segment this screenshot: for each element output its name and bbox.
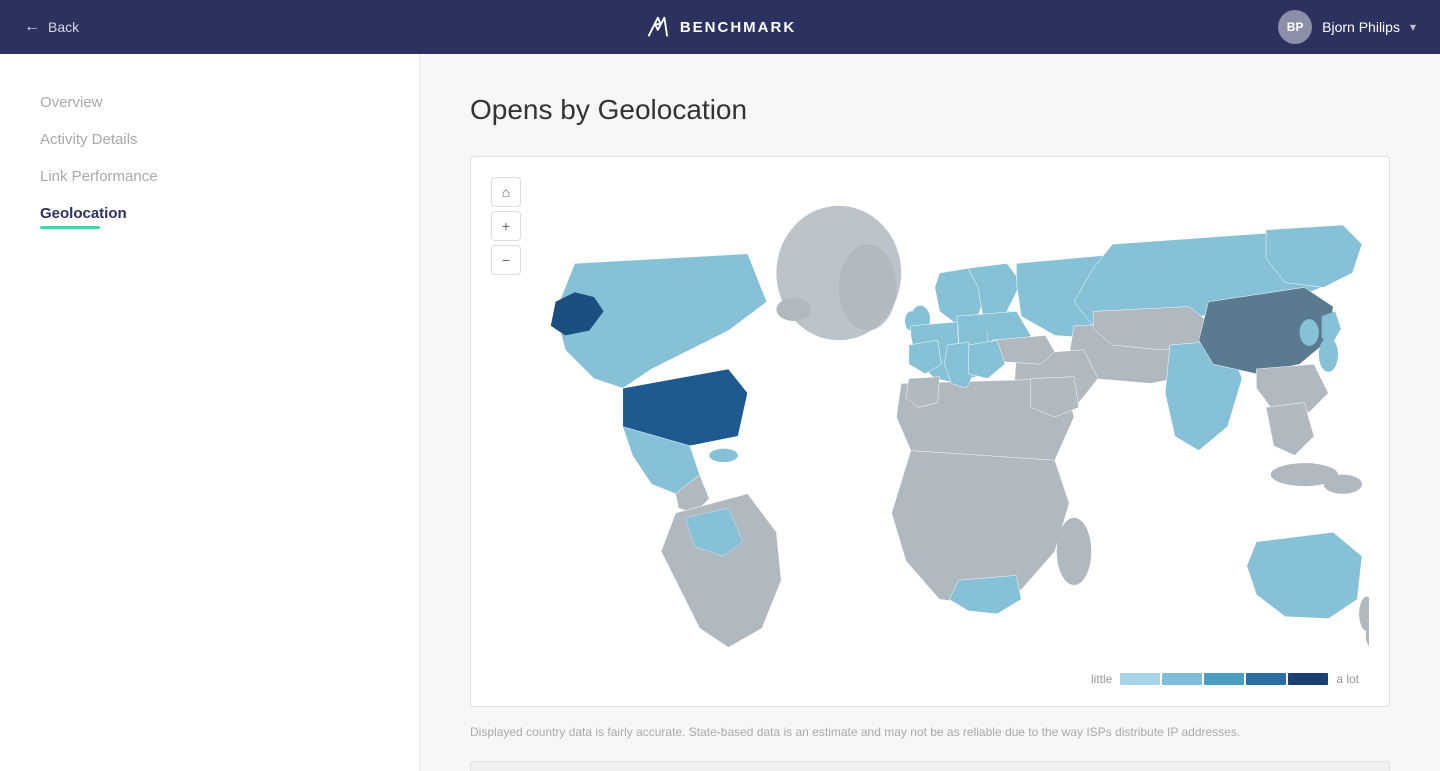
sidebar: Overview Activity Details Link Performan… [0,54,420,771]
map-container: ⌂ + − [470,156,1390,707]
legend-segment-4 [1246,673,1286,685]
top-header: ← Back BENCHMARK BP Bjorn Philips ▾ [0,0,1440,54]
user-avatar: BP [1278,10,1312,44]
legend-segment-1 [1120,673,1160,685]
bottom-section [470,761,1390,771]
user-menu[interactable]: BP Bjorn Philips ▾ [1278,10,1416,44]
back-label: Back [48,19,79,35]
user-name: Bjorn Philips [1322,19,1400,35]
sidebar-item-overview[interactable]: Overview [40,84,379,121]
legend-segment-2 [1162,673,1202,685]
legend-little-label: little [1091,672,1112,686]
sidebar-item-link-performance[interactable]: Link Performance [40,158,379,195]
chevron-down-icon: ▾ [1410,20,1416,34]
logo-text: BENCHMARK [680,19,796,36]
user-initials: BP [1287,20,1304,34]
map-zoom-out-button[interactable]: − [491,245,521,275]
map-home-button[interactable]: ⌂ [491,177,521,207]
map-legend: little a lot [491,672,1369,686]
world-map [491,177,1369,657]
back-button[interactable]: ← Back [24,18,79,36]
map-controls: ⌂ + − [491,177,521,275]
legend-bar [1120,673,1328,685]
logo: BENCHMARK [644,13,796,41]
legend-lot-label: a lot [1336,672,1359,686]
sidebar-item-geolocation[interactable]: Geolocation [40,195,379,239]
sidebar-item-activity-details[interactable]: Activity Details [40,121,379,158]
back-arrow-icon: ← [24,18,40,36]
map-disclaimer: Displayed country data is fairly accurat… [470,723,1390,741]
main-layout: Overview Activity Details Link Performan… [0,54,1440,771]
logo-icon [644,13,672,41]
page-title: Opens by Geolocation [470,94,1390,126]
map-zoom-in-button[interactable]: + [491,211,521,241]
main-content: Opens by Geolocation ⌂ + − [420,54,1440,771]
legend-segment-5 [1288,673,1328,685]
legend-segment-3 [1204,673,1244,685]
